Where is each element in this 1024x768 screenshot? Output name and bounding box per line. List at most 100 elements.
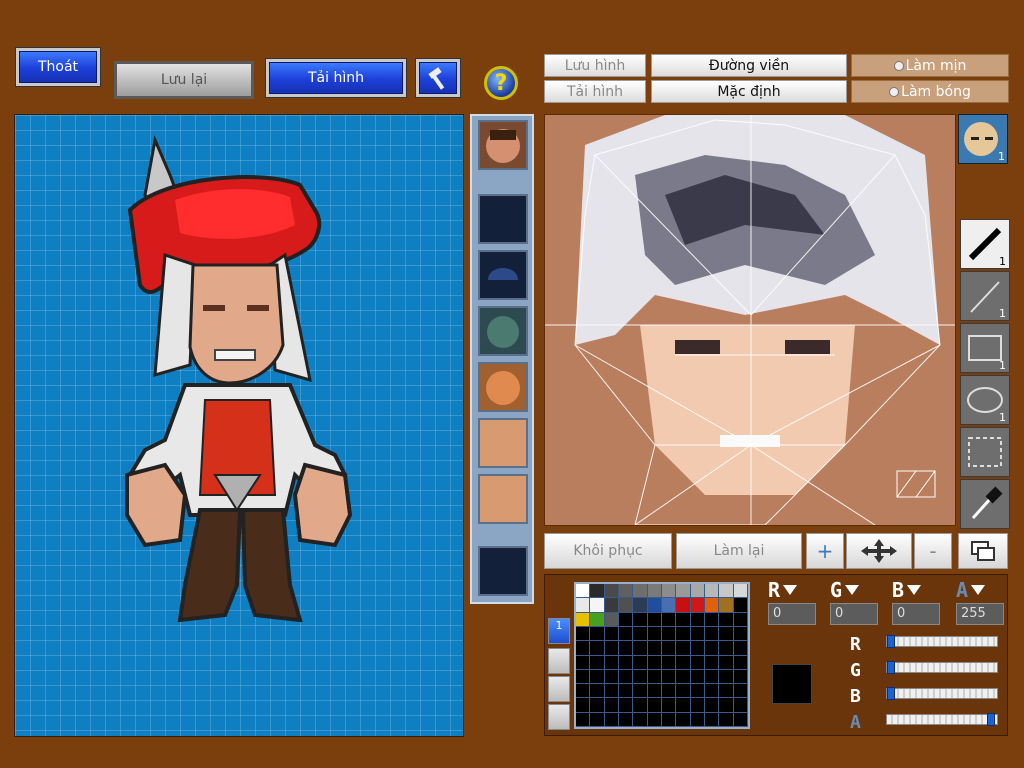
- palette-cell[interactable]: [618, 598, 634, 613]
- face-slot[interactable]: [478, 194, 528, 244]
- palette-cell[interactable]: [590, 684, 605, 699]
- palette-cell[interactable]: [733, 584, 748, 599]
- palette-cell[interactable]: [719, 598, 734, 613]
- load-image-button[interactable]: Tải hình: [544, 80, 646, 103]
- palette-cell[interactable]: [661, 698, 677, 713]
- b-value-field[interactable]: 0: [892, 603, 940, 625]
- palette-cell[interactable]: [733, 626, 748, 642]
- palette-cell[interactable]: [704, 626, 720, 642]
- palette-cell[interactable]: [604, 684, 619, 699]
- line-tool[interactable]: 1: [960, 271, 1010, 321]
- g-channel-dropdown[interactable]: G: [830, 580, 878, 600]
- face-slot[interactable]: [478, 362, 528, 412]
- save-image-button[interactable]: Lưu hình: [544, 54, 646, 77]
- palette-cell[interactable]: [733, 598, 748, 613]
- palette-cell[interactable]: [733, 669, 748, 685]
- palette-cell[interactable]: [633, 669, 648, 685]
- palette-cell[interactable]: [733, 655, 748, 670]
- face-slot[interactable]: [478, 306, 528, 356]
- palette-cell[interactable]: [633, 684, 648, 699]
- exit-button[interactable]: Thoát: [15, 47, 101, 87]
- palette-cell[interactable]: [704, 641, 720, 656]
- palette-cell[interactable]: [633, 655, 648, 670]
- save-button[interactable]: Lưu lại: [114, 61, 254, 99]
- palette-cell[interactable]: [633, 612, 648, 627]
- palette-cell[interactable]: [676, 598, 691, 613]
- palette-cell[interactable]: [647, 655, 662, 670]
- face-slot[interactable]: [478, 546, 528, 596]
- palette-cell[interactable]: [719, 641, 734, 656]
- palette-cell[interactable]: [704, 684, 720, 699]
- face-thumbnail[interactable]: 1: [958, 114, 1008, 164]
- palette-cell[interactable]: [576, 684, 591, 699]
- palette-tab[interactable]: [548, 676, 570, 702]
- palette-cell[interactable]: [690, 598, 705, 613]
- hammer-button[interactable]: [415, 58, 461, 98]
- palette-cell[interactable]: [733, 712, 748, 727]
- palette-cell[interactable]: [604, 669, 619, 685]
- slider-knob[interactable]: [987, 713, 995, 726]
- palette-cell[interactable]: [618, 584, 634, 599]
- move-button[interactable]: [846, 533, 912, 569]
- palette-cell[interactable]: [604, 698, 619, 713]
- b-slider[interactable]: [886, 687, 998, 700]
- palette-cell[interactable]: [647, 684, 662, 699]
- palette-cell[interactable]: [590, 584, 605, 599]
- palette-cell[interactable]: [590, 612, 605, 627]
- face-canvas[interactable]: [544, 114, 956, 526]
- palette-cell[interactable]: [576, 598, 591, 613]
- a-value-field[interactable]: 255: [956, 603, 1004, 625]
- palette-cell[interactable]: [590, 698, 605, 713]
- outline-button[interactable]: Đường viền: [651, 54, 847, 77]
- smooth-radio[interactable]: Làm mịn: [851, 54, 1009, 77]
- layer-button[interactable]: [958, 533, 1008, 569]
- slider-knob[interactable]: [887, 661, 895, 674]
- palette-cell[interactable]: [704, 584, 720, 599]
- palette-cell[interactable]: [604, 712, 619, 727]
- palette-cell[interactable]: [576, 712, 591, 727]
- palette-tab[interactable]: [548, 704, 570, 730]
- palette-cell[interactable]: [704, 698, 720, 713]
- palette-cell[interactable]: [733, 698, 748, 713]
- load-button[interactable]: Tải hình: [265, 58, 407, 98]
- palette-cell[interactable]: [576, 612, 591, 627]
- palette-cell[interactable]: [618, 684, 634, 699]
- palette-cell[interactable]: [676, 584, 691, 599]
- palette-cell[interactable]: [633, 641, 648, 656]
- palette-cell[interactable]: [633, 598, 648, 613]
- palette-cell[interactable]: [690, 669, 705, 685]
- palette-cell[interactable]: [690, 655, 705, 670]
- palette-cell[interactable]: [676, 626, 691, 642]
- g-value-field[interactable]: 0: [830, 603, 878, 625]
- palette-cell[interactable]: [590, 669, 605, 685]
- palette-cell[interactable]: [690, 626, 705, 642]
- palette-tab[interactable]: [548, 648, 570, 674]
- palette-cell[interactable]: [676, 641, 691, 656]
- face-slot[interactable]: [478, 474, 528, 524]
- palette-cell[interactable]: [618, 669, 634, 685]
- palette-cell[interactable]: [719, 655, 734, 670]
- palette-cell[interactable]: [676, 698, 691, 713]
- palette-cell[interactable]: [618, 712, 634, 727]
- palette-cell[interactable]: [576, 584, 591, 599]
- ellipse-tool[interactable]: 1: [960, 375, 1010, 425]
- palette-cell[interactable]: [633, 626, 648, 642]
- palette-cell[interactable]: [719, 712, 734, 727]
- palette-cell[interactable]: [647, 626, 662, 642]
- zoom-in-button[interactable]: +: [806, 533, 844, 569]
- r-value-field[interactable]: 0: [768, 603, 816, 625]
- face-slot[interactable]: [478, 250, 528, 300]
- palette-cell[interactable]: [661, 612, 677, 627]
- palette-cell[interactable]: [704, 598, 720, 613]
- face-slot[interactable]: [478, 418, 528, 468]
- palette-cell[interactable]: [604, 641, 619, 656]
- palette-cell[interactable]: [704, 669, 720, 685]
- palette-cell[interactable]: [719, 626, 734, 642]
- slider-knob[interactable]: [887, 635, 895, 648]
- palette-cell[interactable]: [661, 598, 677, 613]
- r-slider[interactable]: [886, 635, 998, 648]
- palette-cell[interactable]: [690, 641, 705, 656]
- palette-cell[interactable]: [690, 584, 705, 599]
- palette-cell[interactable]: [604, 598, 619, 613]
- palette-cell[interactable]: [618, 612, 634, 627]
